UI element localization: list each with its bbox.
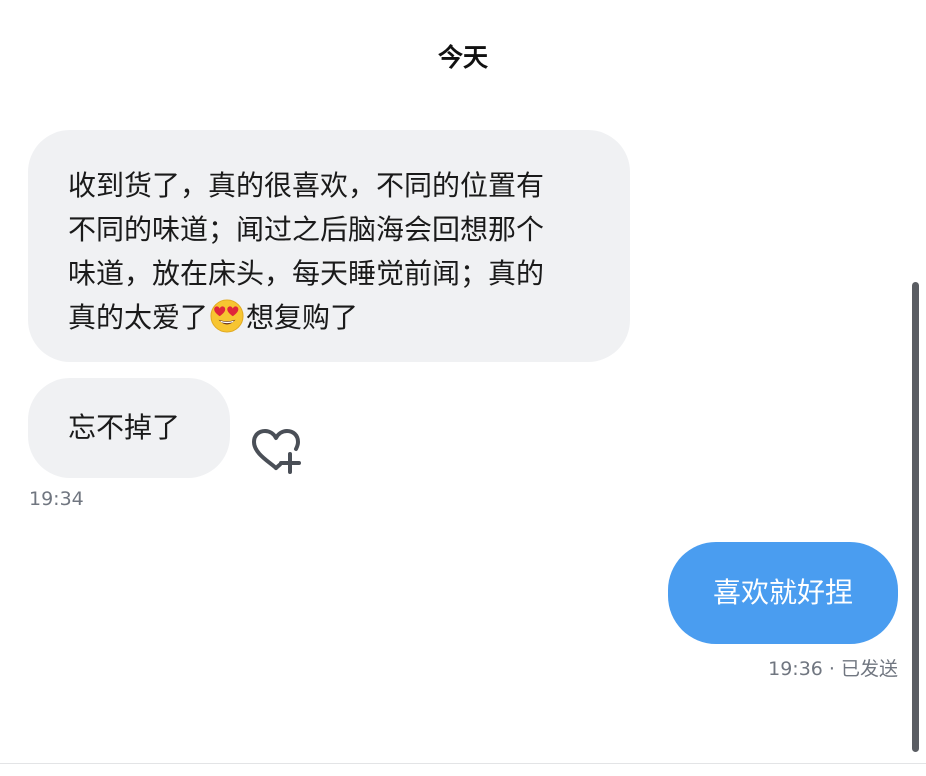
message-line: 不同的味道；闻过之后脑海会回想那个 (68, 213, 545, 246)
incoming-message-bubble[interactable]: 收到货了，真的很喜欢，不同的位置有 不同的味道；闻过之后脑海会回想那个 味道，放… (28, 130, 630, 362)
message-text: 忘不掉了 (68, 411, 181, 444)
date-divider: 今天 (437, 43, 488, 72)
message-line-last: 真的太爱了 想复购了 (68, 296, 590, 340)
message-text-before-emoji: 真的太爱了 (68, 301, 209, 334)
message-text: 喜欢就好捏 (712, 576, 853, 609)
heart-plus-icon[interactable] (250, 428, 302, 474)
message-line: 味道，放在床头，每天睡觉前闻；真的 (68, 257, 545, 290)
message-timestamp: 19:34 (29, 488, 84, 510)
incoming-message-bubble[interactable]: 忘不掉了 (28, 378, 230, 478)
message-line: 收到货了，真的很喜欢，不同的位置有 (68, 169, 545, 202)
message-status: 19:36 · 已发送 (768, 658, 898, 680)
chat-screen: 今天 收到货了，真的很喜欢，不同的位置有 不同的味道；闻过之后脑海会回想那个 味… (0, 0, 926, 776)
divider (0, 763, 926, 764)
heart-eyes-emoji (210, 299, 244, 333)
scrollbar[interactable] (912, 282, 919, 752)
outgoing-message-bubble[interactable]: 喜欢就好捏 (668, 542, 898, 644)
message-text-after-emoji: 想复购了 (246, 301, 359, 334)
